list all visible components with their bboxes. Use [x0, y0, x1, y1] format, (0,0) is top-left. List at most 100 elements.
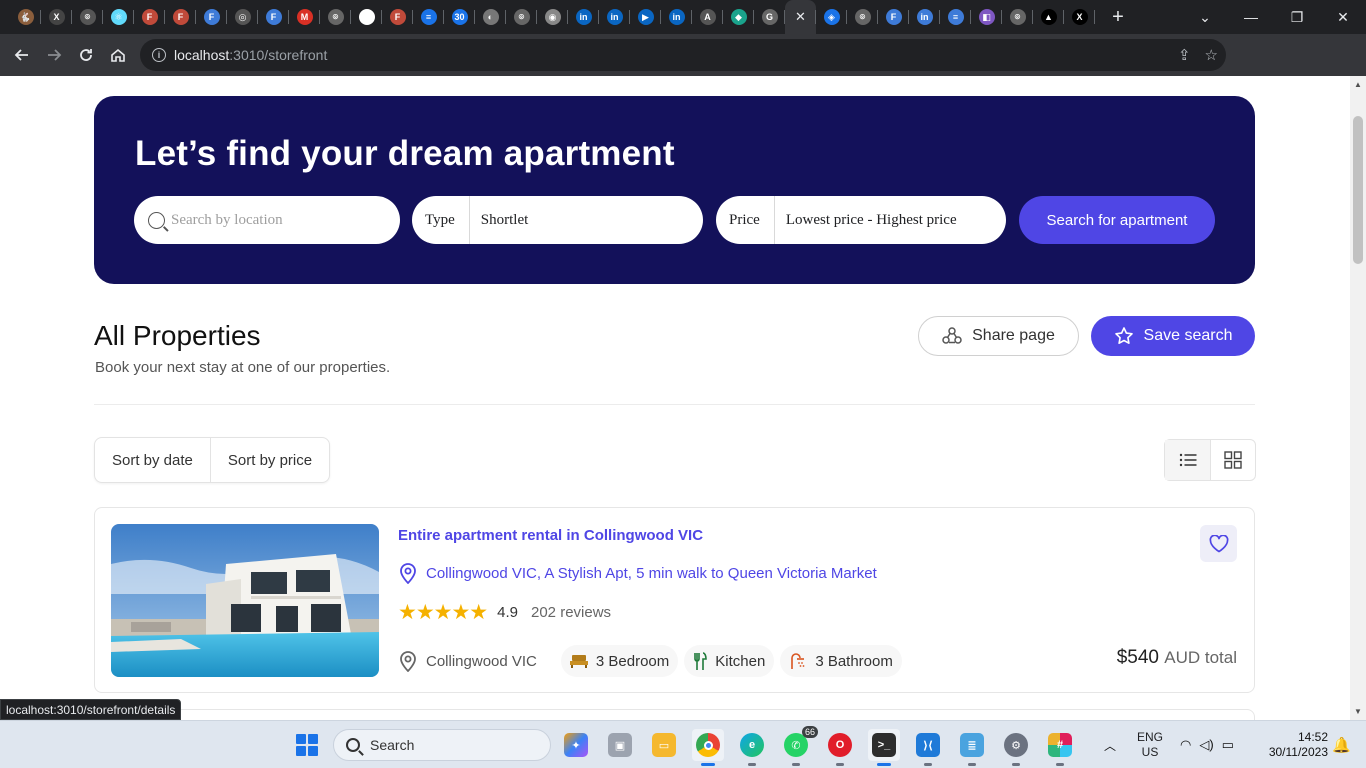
close-icon[interactable]: ✕ [793, 9, 809, 25]
sort-by-price-button[interactable]: Sort by price [209, 438, 329, 482]
browser-tab[interactable]: F [165, 0, 196, 34]
browser-tab[interactable]: ⚛ [103, 0, 134, 34]
tab-search-icon[interactable]: ⌄ [1182, 0, 1228, 34]
save-search-button[interactable]: Save search [1091, 316, 1255, 356]
browser-tab[interactable]: in [909, 0, 940, 34]
browser-tab[interactable]: G [754, 0, 785, 34]
browser-tab[interactable]: ⌾ [506, 0, 537, 34]
file-explorer-icon[interactable]: ▭ [648, 729, 680, 761]
windows-start-icon[interactable] [296, 734, 318, 756]
copilot-icon[interactable]: ✦ [560, 729, 592, 761]
system-tray[interactable]: ◠ ◁) ▭ [1180, 721, 1234, 768]
home-button[interactable] [102, 39, 134, 71]
browser-tab[interactable]: ≡ [940, 0, 971, 34]
terminal-icon[interactable]: >_ [868, 729, 900, 766]
settings-app-icon[interactable]: ⚙ [1000, 729, 1032, 766]
price-select[interactable]: Price Lowest price - Highest price [716, 196, 1006, 244]
browser-tab[interactable]: ◧ [971, 0, 1002, 34]
bookmark-star-icon[interactable]: ☆ [1205, 46, 1218, 64]
browser-tab[interactable]: in [568, 0, 599, 34]
edge-icon[interactable]: e [736, 729, 768, 766]
browser-tab[interactable]: ⌾ [1002, 0, 1033, 34]
whatsapp-badge: 66 [801, 726, 818, 738]
linkedin-icon: in [575, 9, 592, 25]
scroll-down-icon[interactable]: ▼ [1354, 707, 1362, 716]
scrollbar-thumb[interactable] [1353, 116, 1363, 264]
search-hero: Let’s find your dream apartment Search b… [94, 96, 1255, 284]
browser-tab[interactable]: X [41, 0, 72, 34]
type-select[interactable]: Type Shortlet [412, 196, 703, 244]
browser-tab[interactable]: in [599, 0, 630, 34]
browser-tab[interactable]: X [1064, 0, 1095, 34]
notepad-icon[interactable]: ≣ [956, 729, 988, 766]
reviews-count[interactable]: 202 reviews [531, 604, 611, 621]
property-photo[interactable] [111, 524, 379, 677]
browser-tab[interactable]: ◐ [475, 0, 506, 34]
property-card-next[interactable] [94, 709, 1255, 720]
scroll-up-icon[interactable]: ▲ [1354, 80, 1362, 89]
browser-tab[interactable]: ◉ [537, 0, 568, 34]
vscode-icon[interactable]: ⟩⟨ [912, 729, 944, 766]
browser-tab[interactable]: ⌾ [351, 0, 382, 34]
browser-tab[interactable]: ◎ [227, 0, 258, 34]
location-placeholder: Search by location [171, 211, 283, 228]
site-info-icon[interactable]: i [152, 48, 166, 62]
chrome-taskbar-icon[interactable] [692, 729, 724, 766]
favorite-button[interactable] [1200, 525, 1237, 562]
browser-tab[interactable]: ≡ [413, 0, 444, 34]
windows-taskbar: Search ✦ ▣ ▭ e ✆ 66 O >_ ⟩⟨ ≣ ⚙ # ︿ ENG U… [0, 720, 1366, 768]
property-card[interactable]: Entire apartment rental in Collingwood V… [94, 507, 1255, 693]
share-icon[interactable]: ⇪ [1178, 46, 1191, 64]
task-view-icon[interactable]: ▣ [604, 729, 636, 761]
notification-bell-icon[interactable]: 🔔 [1332, 721, 1351, 768]
list-view-button[interactable] [1165, 440, 1210, 480]
browser-tab[interactable]: ◆ [723, 0, 754, 34]
map-pin-icon [400, 563, 416, 584]
search-apartment-button[interactable]: Search for apartment [1019, 196, 1215, 244]
browser-tab[interactable]: F [382, 0, 413, 34]
grid-view-button[interactable] [1210, 440, 1255, 480]
whatsapp-icon[interactable]: ✆ 66 [780, 726, 818, 766]
browser-tab[interactable]: 30 [444, 0, 475, 34]
sort-by-date-button[interactable]: Sort by date [95, 438, 210, 482]
browser-tab[interactable]: ⌾ [72, 0, 103, 34]
close-window-button[interactable]: ✕ [1320, 0, 1366, 34]
forward-button[interactable] [38, 39, 70, 71]
language-indicator[interactable]: ENG US [1136, 730, 1164, 760]
tab-separator [1094, 10, 1095, 24]
active-tab[interactable]: ✕ [785, 0, 816, 34]
browser-tab[interactable]: ⌾ [320, 0, 351, 34]
browser-tab[interactable]: F [878, 0, 909, 34]
browser-tab[interactable]: F [196, 0, 227, 34]
browser-tab[interactable]: 🐇 [10, 0, 41, 34]
slack-icon[interactable]: # [1044, 729, 1076, 766]
page-scrollbar[interactable]: ▲ ▼ [1350, 76, 1366, 720]
minimize-button[interactable]: — [1228, 0, 1274, 34]
restore-button[interactable]: ❐ [1274, 0, 1320, 34]
url-host: localhost [174, 47, 230, 63]
location-search-input[interactable]: Search by location [134, 196, 400, 244]
reload-button[interactable] [70, 39, 102, 71]
browser-tab[interactable]: A [692, 0, 723, 34]
back-button[interactable] [6, 39, 38, 71]
browser-tab[interactable]: F [258, 0, 289, 34]
listing-title[interactable]: Entire apartment rental in Collingwood V… [398, 527, 703, 544]
browser-tab[interactable]: in [661, 0, 692, 34]
opera-icon[interactable]: O [824, 729, 856, 766]
browser-tab[interactable]: F [134, 0, 165, 34]
clock-time: 14:52 [1297, 730, 1328, 744]
browser-tab[interactable]: ⌾ [847, 0, 878, 34]
address-bar[interactable]: i localhost:3010/storefront ⇪ ☆ [140, 39, 1226, 71]
browser-tab[interactable]: ▲ [1033, 0, 1064, 34]
save-search-label: Save search [1143, 327, 1233, 344]
new-tab-button[interactable]: + [1103, 0, 1133, 34]
figma-icon: F [885, 9, 902, 25]
taskbar-search-box[interactable]: Search [333, 729, 551, 761]
share-page-button[interactable]: Share page [918, 316, 1079, 356]
browser-tab[interactable]: M [289, 0, 320, 34]
tray-chevron-icon[interactable]: ︿ [1104, 721, 1116, 768]
browser-tab[interactable]: ◈ [816, 0, 847, 34]
map-pin-icon [400, 651, 416, 672]
taskbar-clock[interactable]: 14:52 30/11/2023 [1258, 730, 1328, 760]
browser-tab[interactable]: ▶ [630, 0, 661, 34]
